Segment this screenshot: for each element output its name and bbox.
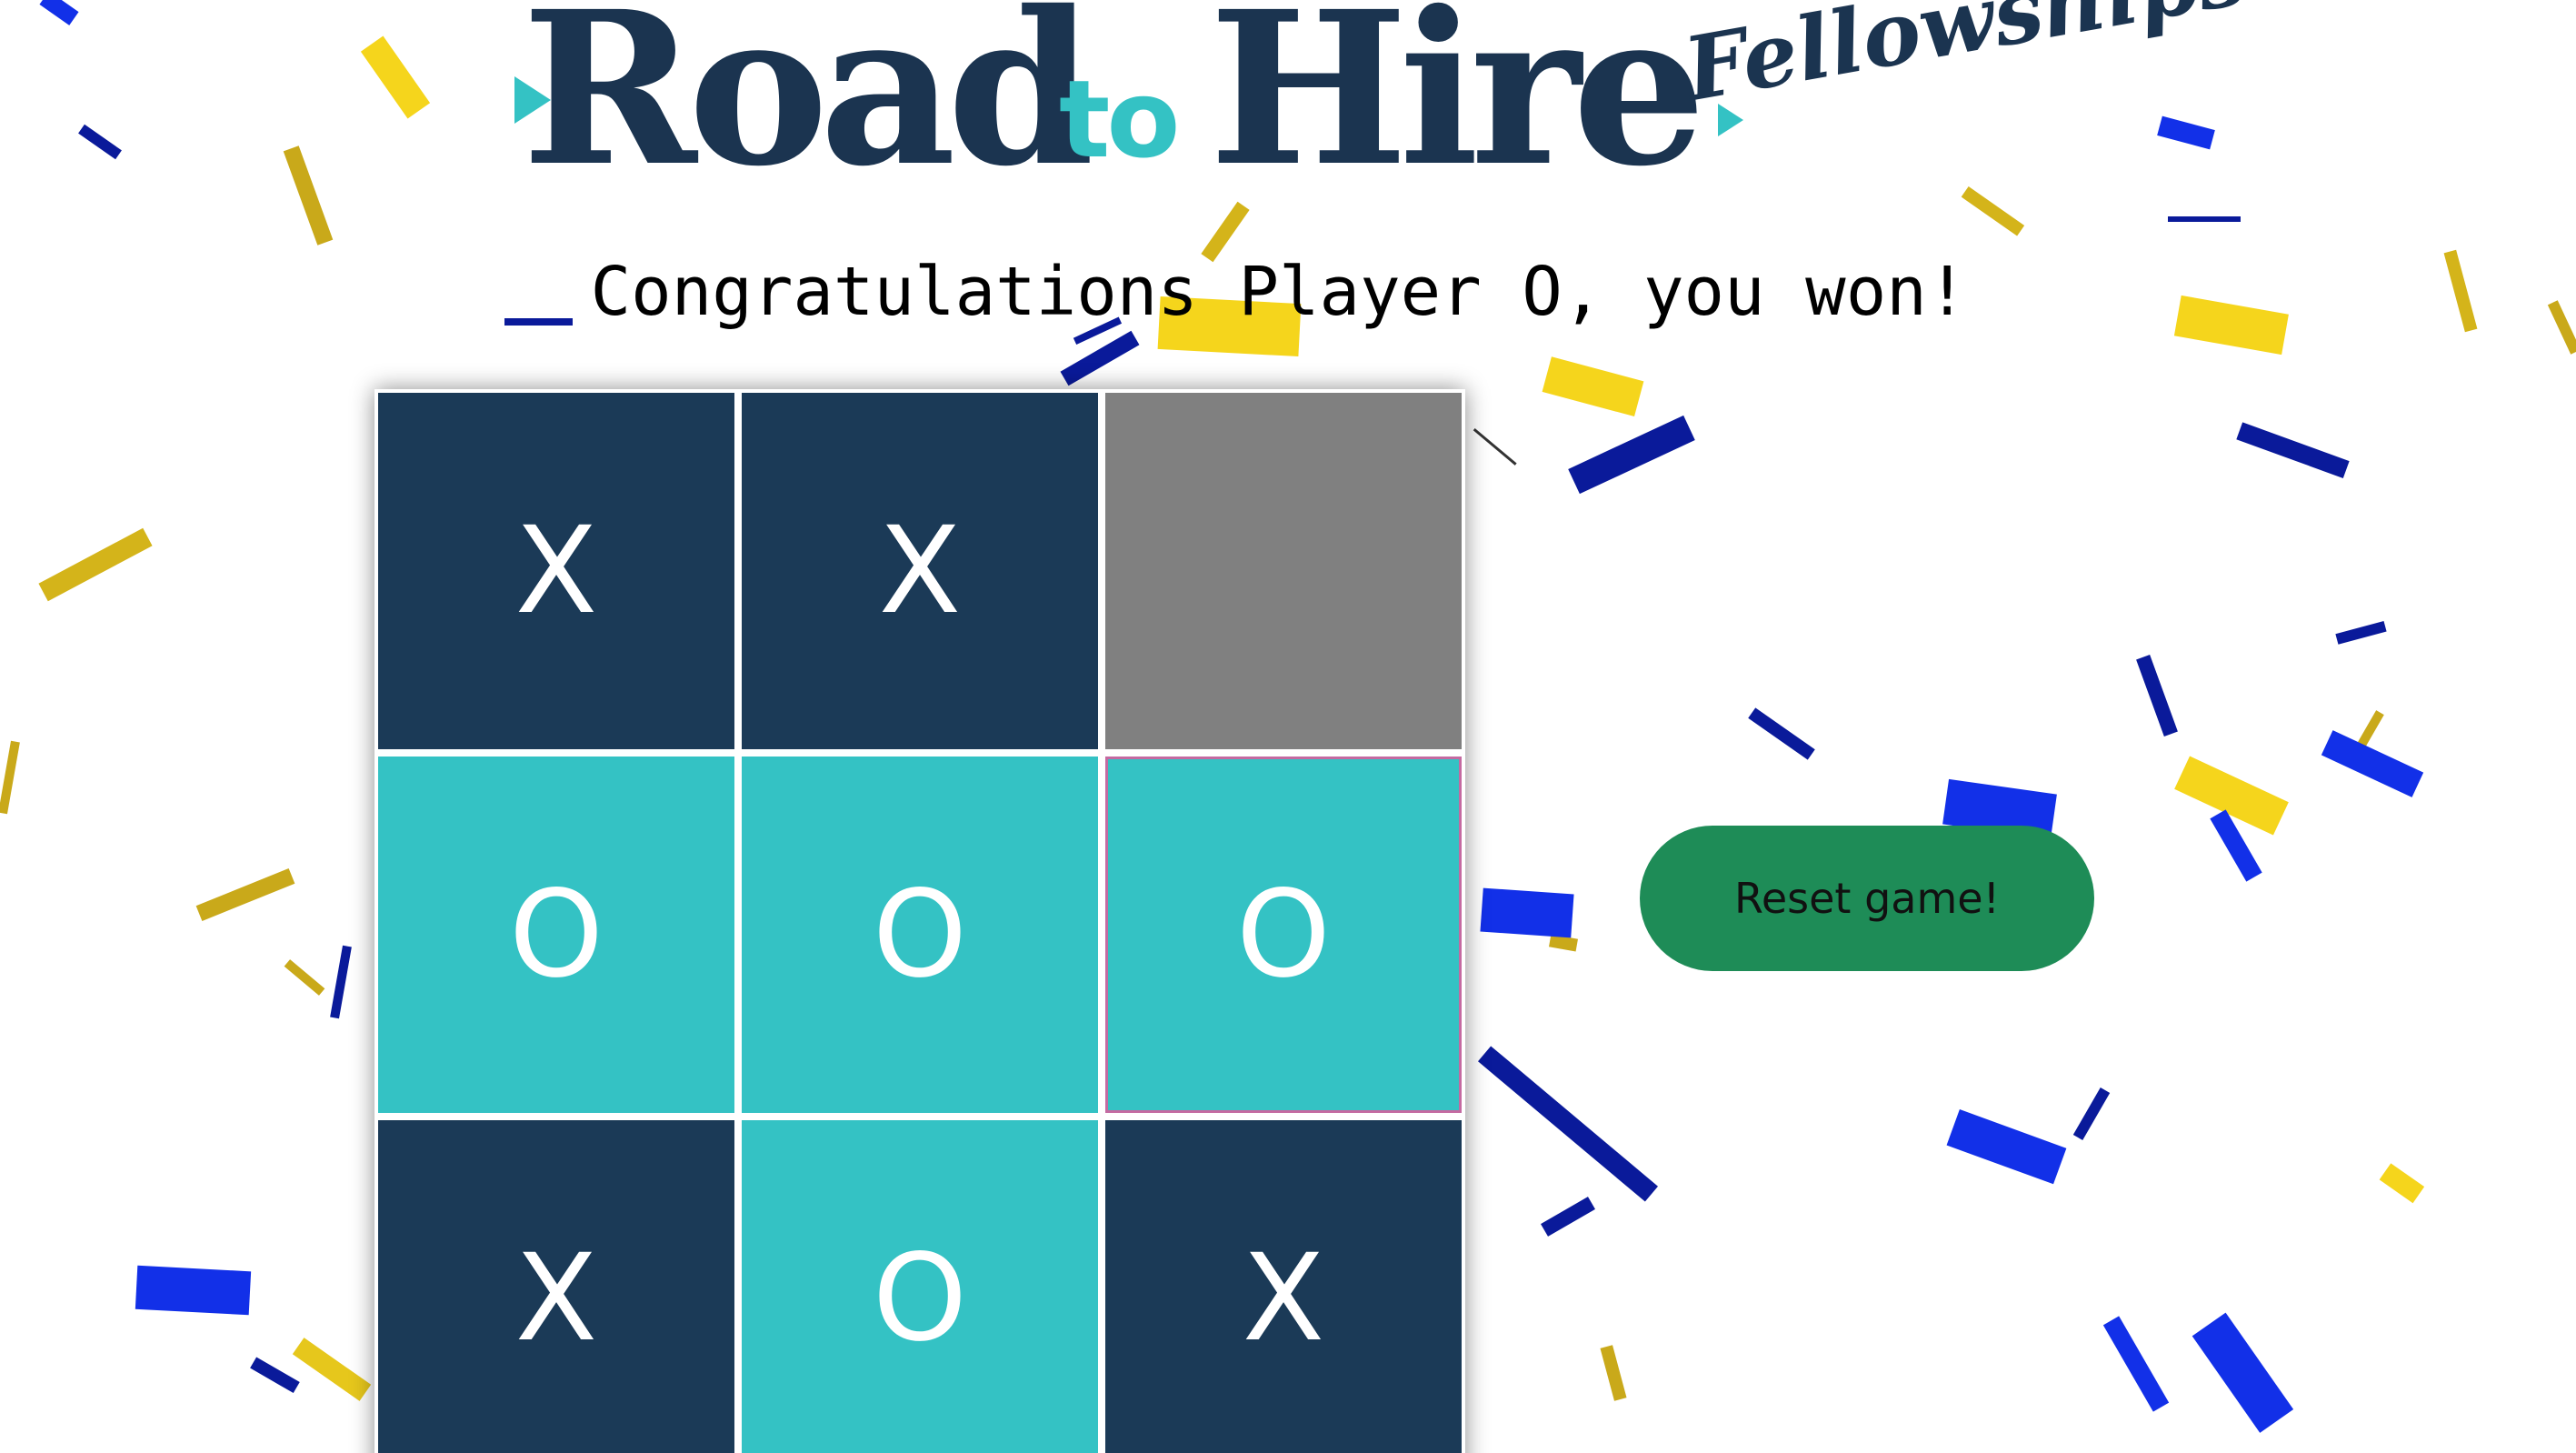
board-cell-1[interactable]: X bbox=[378, 393, 734, 749]
confetti-piece bbox=[2192, 1312, 2294, 1433]
confetti-piece bbox=[135, 1265, 252, 1316]
confetti-piece bbox=[283, 145, 334, 246]
confetti-piece bbox=[1473, 427, 1517, 466]
confetti-piece bbox=[1961, 186, 2025, 236]
confetti-piece bbox=[1060, 330, 1140, 386]
confetti-piece bbox=[1946, 1109, 2067, 1185]
confetti-piece bbox=[78, 124, 122, 160]
winner-message: Congratulations Player O, you won! bbox=[0, 253, 2576, 331]
logo-fellowships-text: Fellowships bbox=[1677, 0, 2255, 122]
confetti-piece bbox=[39, 0, 79, 25]
logo-to-text: to bbox=[1059, 56, 1180, 182]
confetti-piece bbox=[2236, 422, 2350, 478]
board-cell-7[interactable]: X bbox=[378, 1120, 734, 1453]
confetti-piece bbox=[360, 35, 431, 119]
confetti-piece bbox=[2168, 216, 2241, 222]
confetti-piece bbox=[2174, 756, 2289, 836]
logo-play-triangle-icon bbox=[514, 76, 551, 124]
board-cell-5[interactable]: O bbox=[742, 757, 1098, 1113]
winner-message-text: Congratulations Player O, you won! bbox=[590, 253, 1968, 331]
confetti-piece bbox=[2136, 654, 2178, 737]
confetti-piece bbox=[1600, 1345, 1627, 1401]
road-to-hire-logo: Road to Hire Fellowships bbox=[509, 0, 2254, 195]
confetti-piece bbox=[0, 740, 20, 815]
confetti-piece bbox=[2210, 809, 2262, 882]
board-cell-8[interactable]: O bbox=[742, 1120, 1098, 1453]
confetti-piece bbox=[2102, 1316, 2170, 1412]
confetti-piece bbox=[38, 527, 153, 602]
board-cell-2[interactable]: X bbox=[742, 393, 1098, 749]
confetti-piece bbox=[1542, 356, 1644, 417]
confetti-piece bbox=[1480, 887, 1574, 938]
game-page: Road to Hire Fellowships Congratulations… bbox=[0, 0, 2576, 1453]
confetti-piece bbox=[250, 1357, 300, 1394]
confetti-piece bbox=[1549, 934, 1578, 952]
board-cell-4[interactable]: O bbox=[378, 757, 734, 1113]
confetti-piece bbox=[2072, 1087, 2111, 1140]
confetti-piece bbox=[1541, 1197, 1595, 1237]
logo-play-triangle-icon bbox=[1718, 104, 1743, 136]
confetti-piece bbox=[2157, 115, 2215, 150]
reset-game-button[interactable]: Reset game! bbox=[1640, 826, 2094, 971]
logo-hire-text: Hire bbox=[1209, 0, 1706, 213]
confetti-piece bbox=[330, 945, 352, 1019]
board-cell-9[interactable]: X bbox=[1105, 1120, 1462, 1453]
tic-tac-toe-board: X X O O O X O X bbox=[374, 389, 1465, 1453]
confetti-piece bbox=[1478, 1046, 1658, 1202]
confetti-piece bbox=[1748, 707, 1815, 760]
confetti-piece bbox=[1568, 415, 1695, 495]
board-cell-3[interactable] bbox=[1105, 393, 1462, 749]
confetti-piece bbox=[2321, 730, 2424, 797]
confetti-piece bbox=[2351, 710, 2384, 758]
confetti-piece bbox=[2379, 1163, 2425, 1204]
confetti-piece bbox=[292, 1338, 372, 1401]
confetti-piece bbox=[2335, 620, 2387, 645]
confetti-piece bbox=[195, 868, 295, 921]
confetti-piece bbox=[284, 959, 325, 996]
logo-road-text: Road bbox=[522, 0, 1094, 213]
board-cell-6[interactable]: O bbox=[1105, 757, 1462, 1113]
